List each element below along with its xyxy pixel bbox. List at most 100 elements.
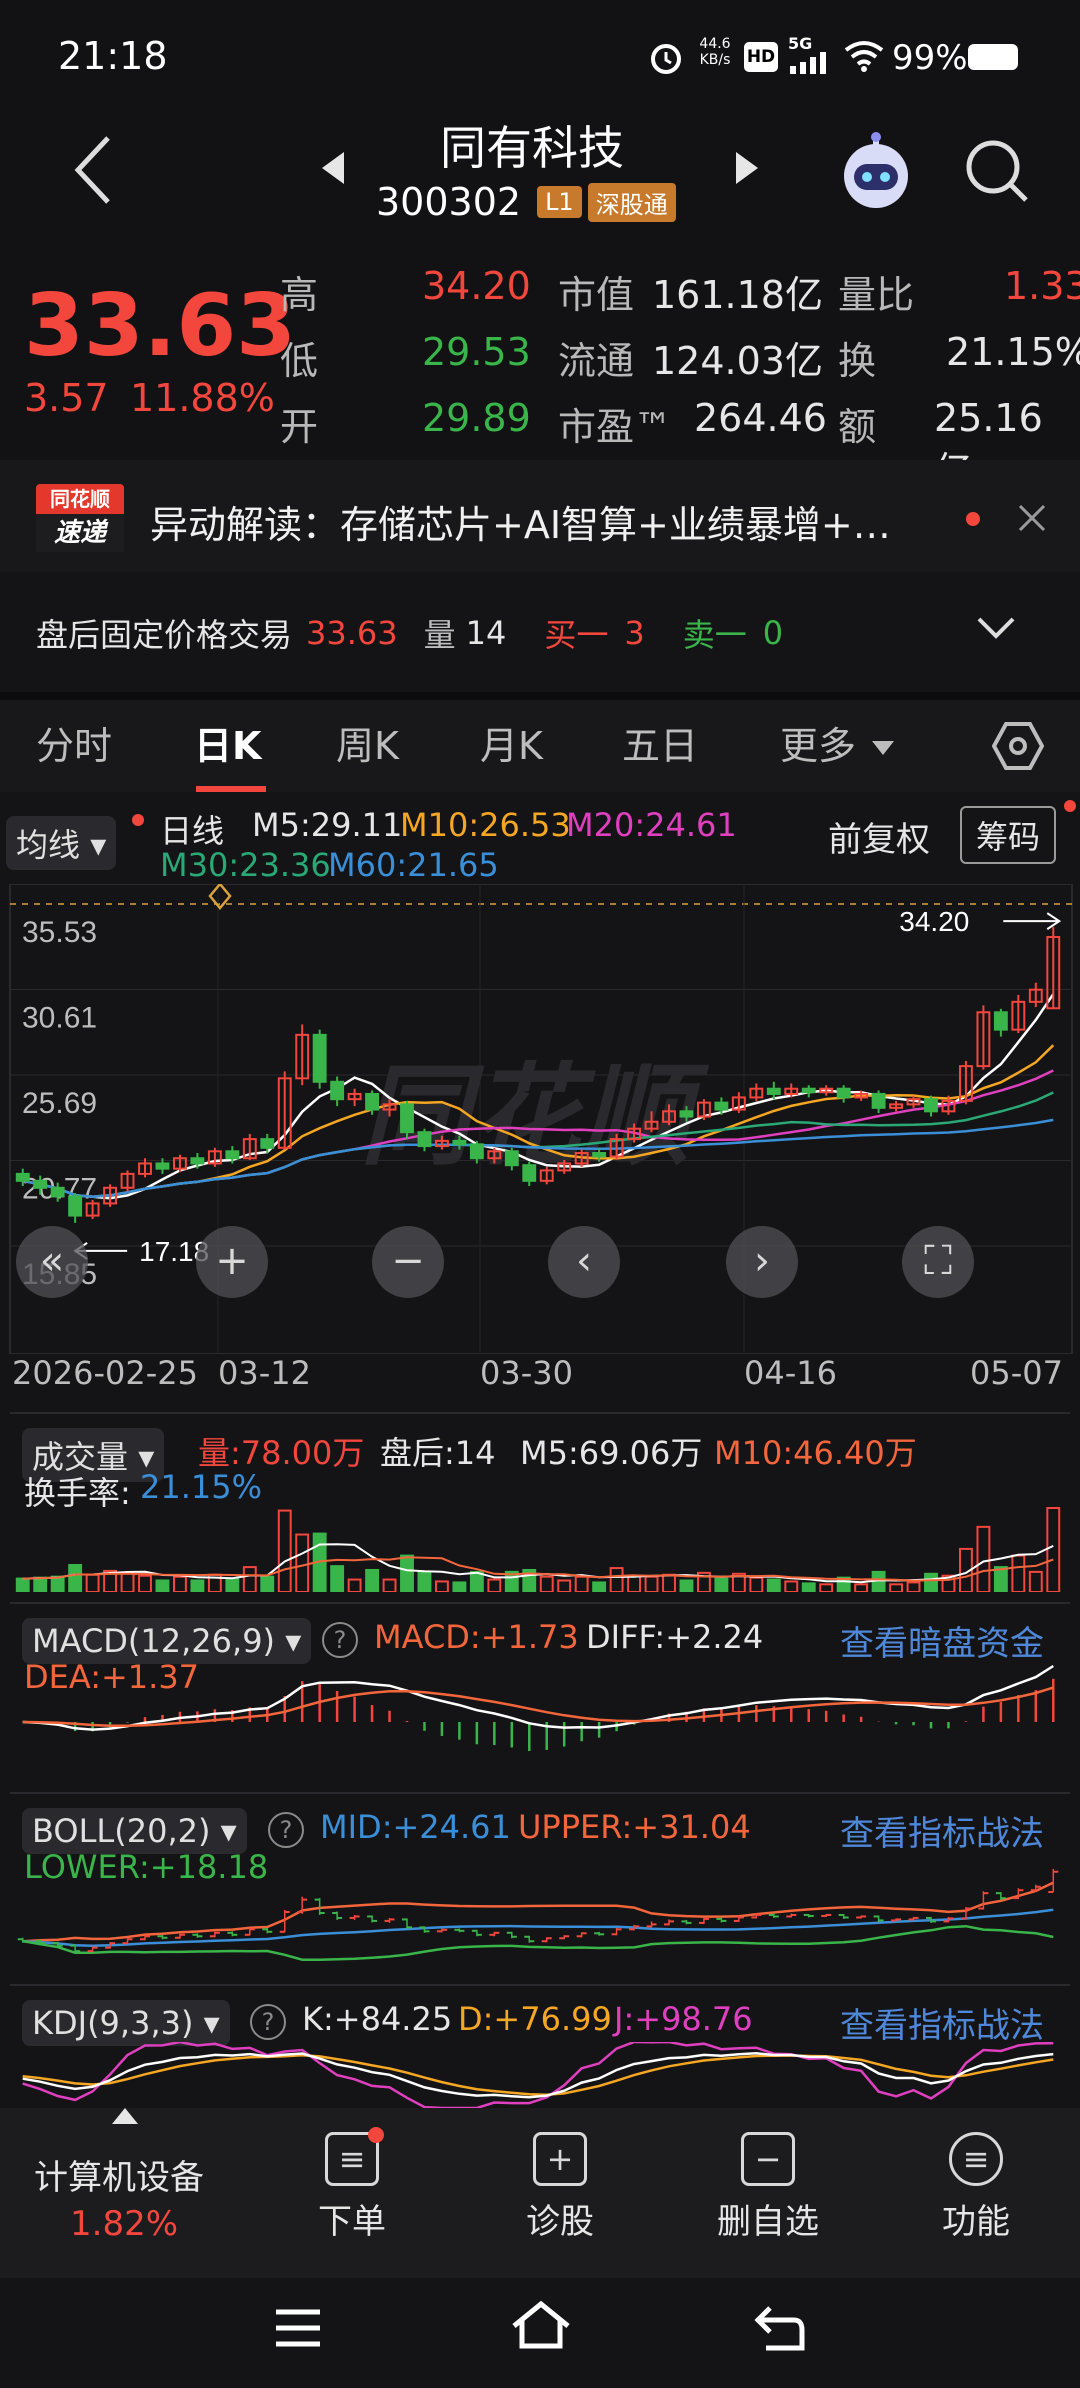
ths-express-logo: 同花顺 速递	[36, 484, 124, 554]
volume-bar	[871, 1570, 886, 1592]
macd-chart[interactable]	[0, 1662, 1080, 1780]
signal-label: 5G	[788, 34, 813, 53]
more-caret-icon	[872, 740, 894, 759]
y-tick-label: 25.69	[22, 1087, 97, 1120]
scroll-right-button[interactable]: ›	[726, 1226, 798, 1298]
order-button[interactable]: ≡ 下单	[282, 2127, 422, 2243]
volume-bar	[1011, 1554, 1026, 1592]
tab-weekly-k[interactable]: 周K	[336, 700, 399, 792]
chip-dot	[1064, 800, 1076, 812]
candle	[871, 1090, 886, 1114]
back-icon[interactable]	[70, 132, 116, 212]
close-icon[interactable]	[1016, 502, 1048, 538]
candle-body	[504, 1150, 519, 1167]
chevron-down-icon[interactable]	[976, 616, 1016, 644]
search-icon[interactable]	[962, 136, 1032, 210]
candle	[522, 1161, 537, 1187]
wifi-icon	[844, 40, 884, 76]
after-hours-volume: 盘后:14	[380, 1434, 496, 1472]
alarm-icon	[648, 40, 684, 80]
kdj-button[interactable]: KDJ(9,3,3) ▾	[22, 2000, 230, 2046]
candle-body	[871, 1092, 886, 1109]
volume-bar	[1046, 1507, 1061, 1592]
float-value: 124.03亿	[652, 339, 823, 383]
volume-bar	[627, 1574, 642, 1592]
order-icon: ≡	[325, 2127, 384, 2186]
pe-label: 市盈™	[558, 405, 673, 449]
net-speed-unit: KB/s	[699, 52, 731, 68]
m60-value: M60:21.65	[328, 846, 499, 884]
menu-icon[interactable]	[274, 2308, 322, 2352]
dark-pool-link[interactable]: 查看暗盘资金	[840, 1616, 1044, 1665]
hd-icon: HD	[744, 42, 778, 72]
volume-bar	[1028, 1570, 1043, 1592]
sell1-label: 卖一	[682, 616, 747, 654]
tab-five-day[interactable]: 五日	[622, 700, 698, 792]
ma-button[interactable]: 均线 ▾	[6, 816, 117, 870]
volume-bar	[260, 1575, 275, 1592]
dea-line	[22, 1686, 1054, 1728]
zoom-in-button[interactable]: +	[196, 1226, 268, 1298]
low-value: 29.53	[422, 330, 531, 374]
prev-stock-icon[interactable]	[318, 150, 346, 190]
volume-bar	[679, 1579, 694, 1592]
functions-button[interactable]: ≡ 功能	[906, 2132, 1046, 2243]
tab-monthly-k[interactable]: 月K	[480, 700, 543, 792]
news-text[interactable]: 异动解读：存储芯片+AI智算+业绩暴增+…	[150, 494, 891, 549]
fullscreen-button[interactable]: ⛶	[902, 1226, 974, 1298]
macd-button-label: MACD(12,26,9)	[32, 1622, 276, 1660]
volume-bar	[766, 1578, 781, 1592]
y-tick-label: 30.61	[22, 1002, 97, 1035]
scroll-left-button[interactable]: ‹	[548, 1226, 620, 1298]
candle	[1028, 982, 1043, 1008]
back-nav-icon[interactable]	[754, 2304, 806, 2356]
tab-daily-k[interactable]: 日K	[194, 700, 261, 792]
tab-intraday[interactable]: 分时	[36, 700, 112, 792]
kdj-k: K:+84.25	[302, 2000, 453, 2038]
sell1-value: 0	[762, 614, 784, 652]
caret-up-icon[interactable]	[112, 2108, 138, 2128]
home-icon[interactable]	[510, 2300, 572, 2354]
kdj-strategy-link[interactable]: 查看指标战法	[840, 1998, 1044, 2047]
tab-more[interactable]: 更多	[780, 700, 856, 792]
adjust-label[interactable]: 前复权	[828, 812, 930, 861]
buy1-value: 3	[624, 614, 645, 652]
help-icon[interactable]: ?	[322, 1622, 358, 1658]
settings-hexagon-icon[interactable]	[991, 720, 1045, 776]
stock-name: 同有科技	[440, 121, 624, 175]
logo-bottom: 速递	[36, 514, 124, 552]
volume-bar	[225, 1577, 240, 1592]
battery-pct: 99%	[892, 38, 968, 78]
candle	[976, 1005, 991, 1070]
kdj-j-line	[22, 2042, 1054, 2108]
volume-bar	[68, 1563, 83, 1592]
zoom-out-button[interactable]: −	[372, 1226, 444, 1298]
help-icon[interactable]: ?	[268, 1812, 304, 1848]
volume-bar	[487, 1578, 502, 1592]
boll-strategy-link[interactable]: 查看指标战法	[840, 1806, 1044, 1855]
candle	[696, 1099, 711, 1121]
boll-chart[interactable]	[0, 1852, 1080, 1972]
stock-header: 同有科技 300302 L1 深股通	[0, 110, 1080, 240]
next-stock-icon[interactable]	[734, 150, 762, 190]
volume-chart[interactable]	[0, 1504, 1080, 1592]
after-hours-vol-label: 量	[423, 616, 456, 654]
news-banner[interactable]: 同花顺 速递 异动解读：存储芯片+AI智算+业绩暴增+…	[0, 460, 1080, 572]
divider	[10, 1792, 1070, 1794]
volume-bar	[714, 1577, 729, 1592]
help-icon[interactable]: ?	[250, 2004, 286, 2040]
rewind-button[interactable]: «	[16, 1226, 88, 1298]
m5-value: M5:29.11	[252, 806, 403, 844]
sector-name[interactable]: 计算机设备	[34, 2150, 204, 2199]
after-hours-bar[interactable]: 盘后固定价格交易 33.63 量 14 买一 3 卖一 0	[0, 572, 1080, 702]
robot-assistant-icon[interactable]	[836, 132, 916, 216]
unread-dot	[966, 512, 980, 526]
volume-bar	[924, 1572, 938, 1592]
chip-button[interactable]: 筹码	[960, 806, 1057, 864]
diagnose-button[interactable]: + 诊股	[490, 2132, 630, 2243]
volume-bar	[592, 1581, 607, 1592]
kdj-chart[interactable]	[0, 2042, 1080, 2108]
remove-watchlist-button[interactable]: − 删自选	[698, 2132, 838, 2243]
ma-button-label: 均线	[16, 826, 81, 864]
x-tick-3: 04-16	[744, 1354, 837, 1392]
